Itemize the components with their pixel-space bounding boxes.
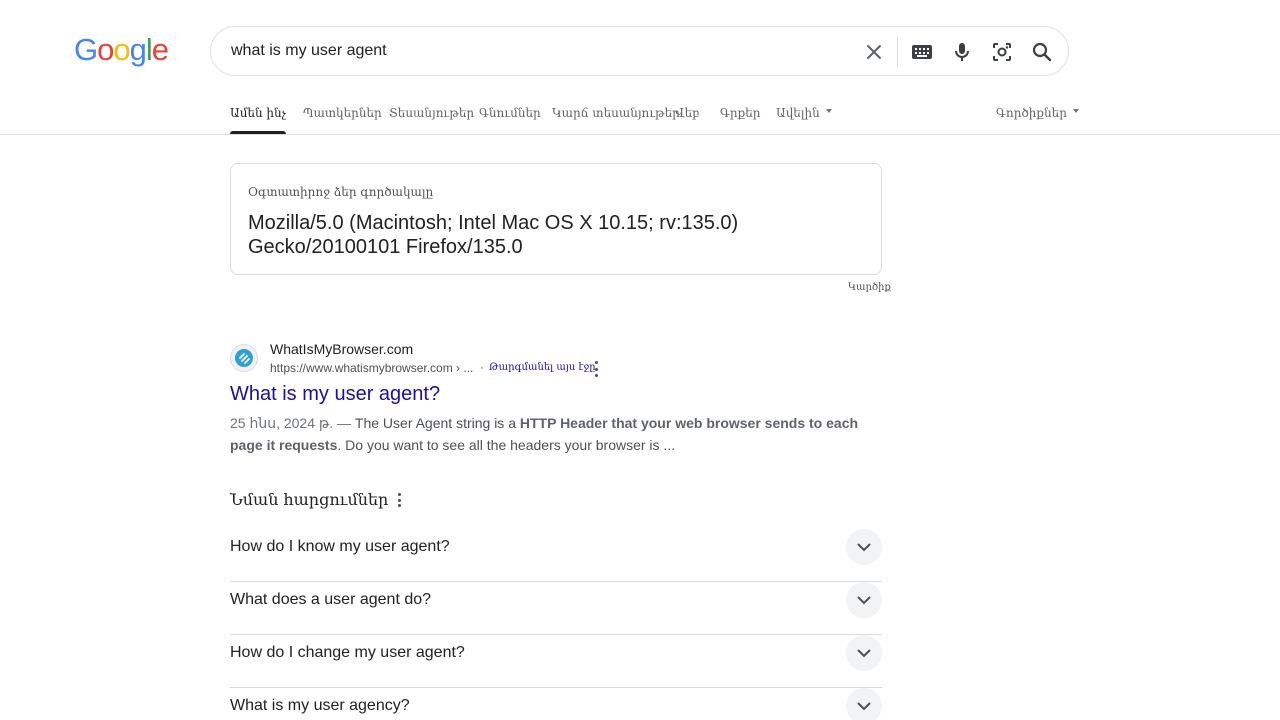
result-date: 25 հնս, 2024 թ. — <box>230 415 355 431</box>
related-question-text: What is my user agency? <box>230 697 410 714</box>
chevron-down-icon[interactable] <box>846 582 882 618</box>
result-url[interactable]: https://www.whatismybrowser.com › ... <box>270 361 473 375</box>
snippet-text-before: The User Agent string is a <box>354 415 520 431</box>
related-question-text: What does a user agent do? <box>230 591 432 608</box>
chevron-down-icon[interactable] <box>846 688 882 720</box>
tab-books[interactable]: Գրքեր <box>720 104 761 134</box>
related-questions-menu-icon[interactable] <box>396 493 402 507</box>
tools-label: Գործիքներ <box>996 106 1067 120</box>
related-question[interactable]: How do I know my user agent? <box>230 529 882 582</box>
google-logo[interactable]: Google <box>74 33 169 67</box>
tab-shopping[interactable]: Գնումներ <box>479 104 541 134</box>
user-agent-label: Օգտատիրոջ ձեր գործակալը <box>248 185 434 199</box>
tab-more-label: Ավելին <box>776 106 820 120</box>
related-question[interactable]: How do I change my user agent? <box>230 635 882 688</box>
tab-all[interactable]: Ամեն ինչ <box>230 104 287 134</box>
feedback-link[interactable]: Կարծիք <box>848 282 891 293</box>
related-question-text: How do I change my user agent? <box>230 644 465 661</box>
related-question[interactable]: What is my user agency? <box>230 688 882 720</box>
user-agent-value: Mozilla/5.0 (Macintosh; Intel Mac OS X 1… <box>248 212 739 258</box>
tab-videos[interactable]: Տեսանյութեր <box>389 104 474 134</box>
chevron-down-icon <box>825 108 832 113</box>
chevron-down-icon[interactable] <box>846 635 882 671</box>
search-input[interactable]: what is my user agent <box>231 42 387 60</box>
result-site-name[interactable]: WhatIsMyBrowser.com <box>270 341 413 357</box>
lens-camera-icon[interactable] <box>989 39 1015 65</box>
result-title-link[interactable]: What is my user agent? <box>230 383 440 406</box>
clear-icon[interactable] <box>861 39 887 65</box>
related-question[interactable]: What does a user agent do? <box>230 582 882 635</box>
tab-short-videos[interactable]: Կարճ տեսանյութեր <box>552 104 680 134</box>
site-favicon-icon[interactable] <box>230 344 258 372</box>
result-more-options-icon[interactable] <box>592 361 600 377</box>
search-divider <box>897 37 898 67</box>
url-separator: · <box>480 360 484 374</box>
search-box[interactable]: what is my user agent <box>210 26 1069 76</box>
chevron-down-icon[interactable] <box>846 529 882 565</box>
result-snippet: 25 հնս, 2024 թ. — The User Agent string … <box>230 412 870 456</box>
snippet-text-after: . Do you want to see all the headers you… <box>337 437 676 453</box>
tab-more[interactable]: Ավելին <box>776 104 832 134</box>
search-icon[interactable] <box>1029 39 1055 65</box>
translate-page-link[interactable]: Թարգմանել այս էջը <box>489 362 596 373</box>
user-agent-card: Օգտատիրոջ ձեր գործակալը Mozilla/5.0 (Mac… <box>230 163 882 275</box>
related-questions-heading: Նման հարցումներ <box>230 490 389 509</box>
keyboard-icon[interactable] <box>909 39 935 65</box>
header: Google what is my user agent Ամեն ինչ Պա… <box>0 0 1280 135</box>
tab-web[interactable]: Վեբ <box>675 104 700 134</box>
tab-images[interactable]: Պատկերներ <box>303 104 382 134</box>
tools-button[interactable]: Գործիքներ <box>996 104 1079 122</box>
related-question-text: How do I know my user agent? <box>230 538 450 555</box>
chevron-down-icon <box>1072 108 1079 113</box>
microphone-icon[interactable] <box>949 39 975 65</box>
